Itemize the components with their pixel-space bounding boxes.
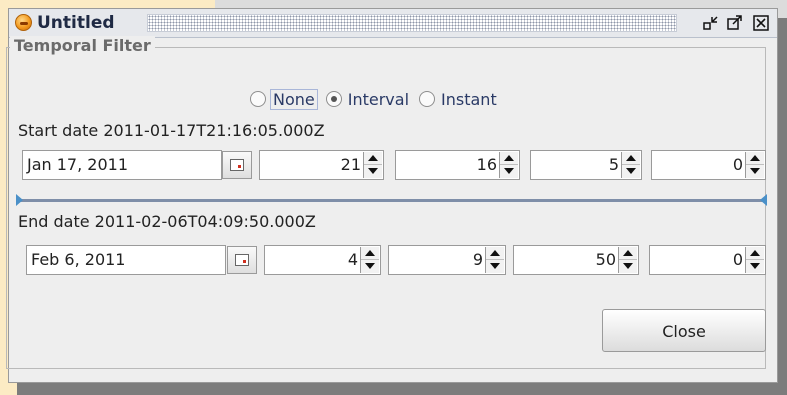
spinner-arrows [363, 152, 382, 178]
spinner-arrows [621, 152, 640, 178]
start-date-label: Start date 2011-01-17T21:16:05.000Z [18, 121, 325, 140]
start-millis-value: 0 [732, 155, 743, 174]
interval-slider-track[interactable] [18, 199, 766, 202]
start-hour-up-icon[interactable] [364, 152, 382, 165]
spinner-arrows [745, 152, 764, 178]
spinner-arrows [360, 247, 379, 273]
end-hour-value: 4 [347, 250, 358, 269]
start-date-field[interactable]: Jan 17, 2011 [22, 150, 222, 180]
end-minute-up-icon[interactable] [486, 247, 504, 260]
start-second-value: 5 [608, 155, 619, 174]
start-minute-value: 16 [476, 155, 497, 174]
start-millis-down-icon[interactable] [746, 165, 764, 178]
end-minute-down-icon[interactable] [486, 260, 504, 273]
app-icon [15, 14, 32, 31]
end-minute-spinner[interactable]: 9 [388, 245, 506, 275]
end-hour-spinner[interactable]: 4 [264, 245, 381, 275]
start-minute-up-icon[interactable] [500, 152, 518, 165]
start-second-down-icon[interactable] [622, 165, 640, 178]
radio-instant-label[interactable]: Instant [439, 90, 499, 109]
radio-interval[interactable] [325, 91, 342, 107]
end-millis-value: 0 [732, 250, 743, 269]
interval-start-handle[interactable] [16, 194, 23, 206]
end-date-label: End date 2011-02-06T04:09:50.000Z [18, 212, 316, 231]
radio-interval-label[interactable]: Interval [346, 90, 411, 109]
mode-radio-group: None Interval Instant [250, 88, 507, 110]
end-second-up-icon[interactable] [619, 247, 637, 260]
spinner-arrows [485, 247, 504, 273]
window-title: Untitled [37, 13, 115, 33]
start-minute-down-icon[interactable] [500, 165, 518, 178]
start-second-spinner[interactable]: 5 [530, 150, 642, 180]
end-hour-down-icon[interactable] [361, 260, 379, 273]
start-calendar-button[interactable] [222, 151, 252, 179]
calendar-icon [230, 159, 244, 171]
start-minute-spinner[interactable]: 16 [395, 150, 520, 180]
panel-legend: Temporal Filter [10, 36, 155, 55]
spinner-arrows [745, 247, 764, 273]
calendar-icon [235, 254, 249, 266]
spinner-arrows [618, 247, 637, 273]
restore-icon[interactable] [701, 13, 721, 33]
radio-none[interactable] [250, 91, 266, 107]
start-second-up-icon[interactable] [622, 152, 640, 165]
end-second-down-icon[interactable] [619, 260, 637, 273]
spinner-arrows [499, 152, 518, 178]
start-millis-up-icon[interactable] [746, 152, 764, 165]
end-second-spinner[interactable]: 50 [513, 245, 639, 275]
end-date-field[interactable]: Feb 6, 2011 [26, 245, 226, 275]
start-millis-spinner[interactable]: 0 [651, 150, 766, 180]
maximize-icon[interactable] [725, 13, 745, 33]
radio-none-label[interactable]: None [270, 88, 318, 110]
start-hour-value: 21 [340, 155, 361, 174]
end-millis-down-icon[interactable] [746, 260, 764, 273]
end-calendar-button[interactable] [227, 246, 257, 274]
close-button[interactable]: Close [602, 309, 766, 352]
start-date-value: Jan 17, 2011 [27, 155, 128, 174]
end-minute-value: 9 [472, 250, 483, 269]
interval-end-handle[interactable] [760, 194, 767, 206]
end-millis-up-icon[interactable] [746, 247, 764, 260]
start-hour-down-icon[interactable] [364, 165, 382, 178]
title-bar[interactable]: Untitled [9, 9, 777, 38]
title-bar-grip[interactable] [147, 14, 677, 32]
end-millis-spinner[interactable]: 0 [649, 245, 766, 275]
end-hour-up-icon[interactable] [361, 247, 379, 260]
end-second-value: 50 [595, 250, 616, 269]
start-hour-spinner[interactable]: 21 [259, 150, 384, 180]
end-date-value: Feb 6, 2011 [31, 250, 126, 269]
close-icon[interactable] [751, 13, 771, 33]
radio-instant[interactable] [419, 91, 436, 107]
